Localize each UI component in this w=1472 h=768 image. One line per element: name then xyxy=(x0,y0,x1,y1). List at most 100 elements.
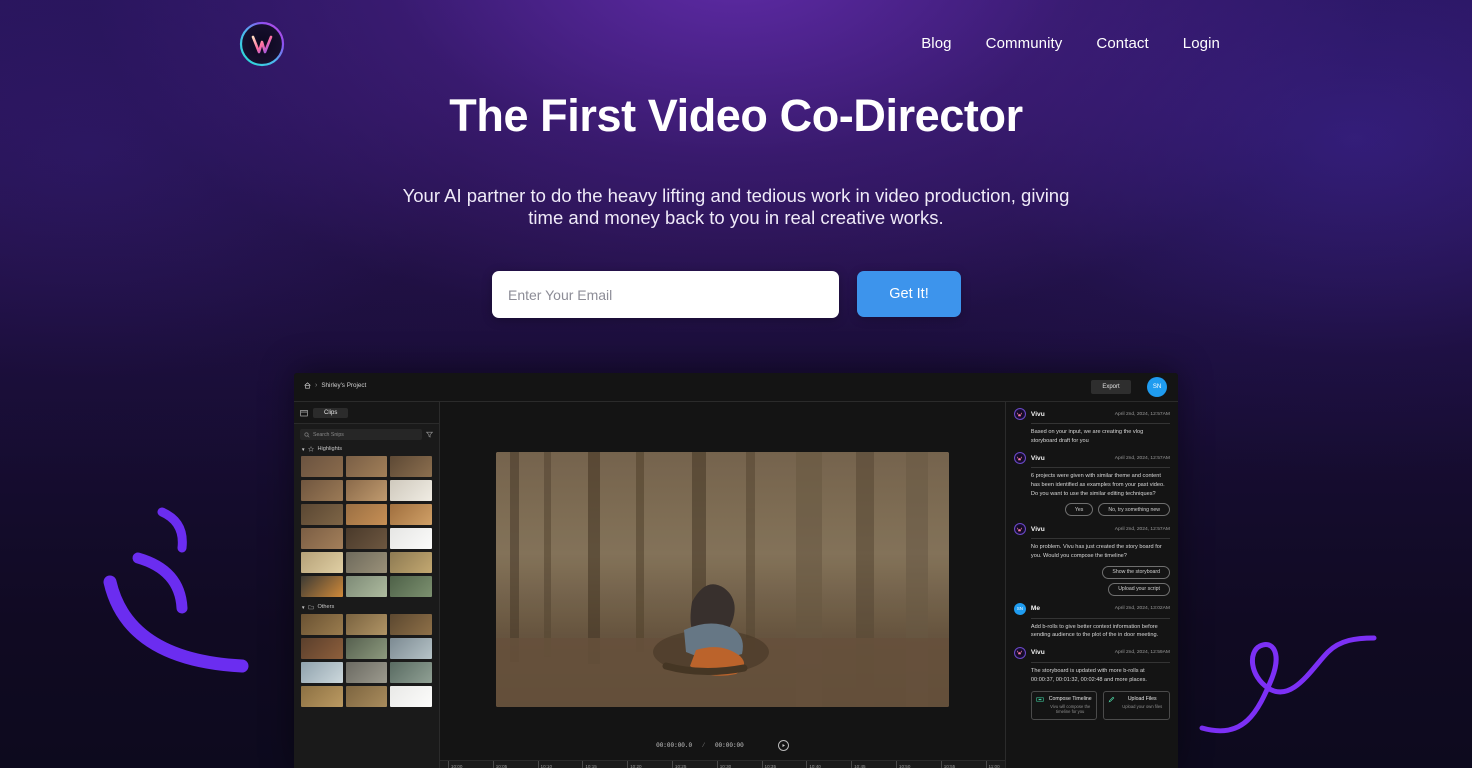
clip-thumbnail[interactable] xyxy=(345,552,388,573)
divider xyxy=(1030,467,1170,469)
card-title: Compose Timeline xyxy=(1048,696,1092,703)
chat-message-header: SN Me April 2nd, 2024, 13:02AM xyxy=(1013,602,1170,615)
compose-icon xyxy=(1036,696,1044,714)
chat-action-button[interactable]: Upload your script xyxy=(1108,582,1170,596)
decorative-swoosh-right xyxy=(1199,635,1377,734)
clip-thumbnail[interactable] xyxy=(301,456,343,477)
breadcrumb-project-name[interactable]: Shirley's Project xyxy=(321,382,366,389)
clip-thumbnail[interactable] xyxy=(345,576,388,597)
nav-item-blog[interactable]: Blog xyxy=(904,30,968,58)
landing-page: Blog Community Contact Login The First V… xyxy=(0,0,1472,768)
chat-author: Vivu xyxy=(1030,649,1045,657)
avatar[interactable]: SN xyxy=(1147,377,1167,397)
search-input[interactable]: Search Snips xyxy=(300,429,422,440)
timeline-tick: 10:45 xyxy=(851,761,866,768)
clip-thumbnail[interactable] xyxy=(345,686,388,707)
clip-thumbnail[interactable] xyxy=(301,480,343,501)
clip-thumbnail[interactable] xyxy=(301,504,343,525)
email-field[interactable] xyxy=(492,271,839,318)
timeline-tick: 11:00 xyxy=(985,761,1000,768)
chat-timestamp: April 2nd, 2024, 12:59AM xyxy=(1114,650,1170,656)
clip-thumbnail[interactable] xyxy=(390,686,432,707)
clip-thumbnail[interactable] xyxy=(301,662,343,683)
clip-thumbnail[interactable] xyxy=(390,528,432,549)
vivu-logo-icon[interactable] xyxy=(238,20,286,68)
vivu-avatar-icon xyxy=(1013,408,1026,420)
clip-thumbnail[interactable] xyxy=(345,504,388,525)
panel-icon[interactable] xyxy=(300,409,308,417)
clips-section-others[interactable]: ▼ Others xyxy=(294,601,439,612)
clip-thumbnail[interactable] xyxy=(390,552,432,573)
video-preview[interactable] xyxy=(495,451,949,707)
home-icon[interactable] xyxy=(304,382,311,389)
clip-thumbnail[interactable] xyxy=(390,456,432,477)
timeline-tick: 10:05 xyxy=(492,761,507,768)
chevron-down-icon: ▼ xyxy=(301,604,306,610)
timeline-tick: 10:50 xyxy=(895,761,910,768)
timeline-tick: 10:40 xyxy=(806,761,821,768)
clip-thumbnail[interactable] xyxy=(390,480,432,501)
vivu-avatar-icon xyxy=(1013,646,1026,659)
chat-timestamp: April 2nd, 2024, 13:02AM xyxy=(1114,606,1170,612)
video-stage xyxy=(440,402,1005,730)
chat-message-header: Vivu April 2nd, 2024, 12:59AM xyxy=(1013,646,1170,659)
chat-action-button[interactable]: Show the storyboard xyxy=(1102,565,1170,579)
chat-action-button[interactable]: Yes xyxy=(1064,503,1094,517)
chat-action-group: Show the storyboard Upload your script xyxy=(1014,565,1170,596)
nav-item-login[interactable]: Login xyxy=(1166,30,1237,58)
tab-clips[interactable]: Clips xyxy=(313,407,349,418)
clip-thumbnail[interactable] xyxy=(345,456,388,477)
chat-timestamp: April 2nd, 2024, 12:57AM xyxy=(1114,455,1170,461)
chat-author: Vivu xyxy=(1030,410,1045,418)
export-button[interactable]: Export xyxy=(1091,380,1131,394)
hero-subtitle: Your AI partner to do the heavy lifting … xyxy=(402,185,1070,229)
clips-panel: Clips Search Snips ▼ Highlights ▼ Others xyxy=(294,402,440,768)
timeline-ruler[interactable]: 10:00 10:05 10:10 10:15 10:20 10:25 10:30 10:35… xyxy=(439,760,1005,768)
chat-message: Vivu April 2nd, 2024, 12:59AM The storyboa… xyxy=(1013,646,1170,684)
clip-thumbnail[interactable] xyxy=(301,552,343,573)
search-placeholder: Search Snips xyxy=(313,431,344,438)
clip-thumbnail[interactable] xyxy=(345,480,388,501)
chat-message-header: Vivu April 2nd, 2024, 12:57AM xyxy=(1013,523,1170,536)
clip-thumbnail[interactable] xyxy=(301,576,343,597)
timecode-separator: / xyxy=(701,741,706,749)
clip-thumbnail[interactable] xyxy=(390,576,432,597)
chat-action-button[interactable]: No, try something new xyxy=(1098,503,1170,517)
clips-tabbar: Clips xyxy=(294,402,439,424)
get-it-button[interactable]: Get It! xyxy=(857,271,961,317)
clip-thumbnail[interactable] xyxy=(301,686,343,707)
clip-thumbnail[interactable] xyxy=(390,614,432,635)
play-icon[interactable] xyxy=(777,739,789,751)
clip-thumbnail[interactable] xyxy=(345,528,388,549)
clip-thumbnail[interactable] xyxy=(390,662,432,683)
timecode: 00:00:00.0 / 00:00:00 xyxy=(656,742,744,749)
star-icon xyxy=(308,446,315,452)
avatar: SN xyxy=(1013,602,1026,615)
upload-files-card[interactable]: Upload Files Upload your own files xyxy=(1103,691,1171,721)
divider xyxy=(1030,617,1170,619)
clip-thumbnail[interactable] xyxy=(345,614,388,635)
clip-thumbnail[interactable] xyxy=(345,662,388,683)
chat-message: Vivu April 2nd, 2024, 12:57AM No problem. … xyxy=(1013,523,1170,596)
filter-icon[interactable] xyxy=(425,431,433,438)
nav-item-contact[interactable]: Contact xyxy=(1079,30,1165,58)
clip-thumbnail[interactable] xyxy=(390,504,432,525)
app-screenshot: › Shirley's Project Export SN Clips Sear… xyxy=(294,373,1178,768)
current-time: 00:00:00.0 xyxy=(656,741,693,749)
clip-thumbnail[interactable] xyxy=(301,528,343,549)
compose-timeline-card[interactable]: Compose Timeline Vivu will compose the ti… xyxy=(1030,691,1098,721)
chat-timestamp: April 2nd, 2024, 12:57AM xyxy=(1114,526,1170,532)
chat-message-header: Vivu April 2nd, 2024, 12:57AM xyxy=(1013,452,1170,465)
chat-text: The storyboard is updated with more b-ro… xyxy=(1030,667,1147,683)
app-topbar: › Shirley's Project Export SN xyxy=(294,373,1178,402)
timeline-tick: 10:00 xyxy=(447,761,462,768)
chat-text: Add b-rolls to give better context infor… xyxy=(1030,623,1159,639)
nav-item-community[interactable]: Community xyxy=(969,30,1080,58)
clip-thumbnail[interactable] xyxy=(301,638,343,659)
clip-thumbnail[interactable] xyxy=(345,638,388,659)
divider xyxy=(1030,538,1170,540)
clips-section-highlights[interactable]: ▼ Highlights xyxy=(294,443,439,454)
page-title: The First Video Co-Director xyxy=(449,90,1023,141)
clip-thumbnail[interactable] xyxy=(301,614,343,635)
clip-thumbnail[interactable] xyxy=(390,638,432,659)
